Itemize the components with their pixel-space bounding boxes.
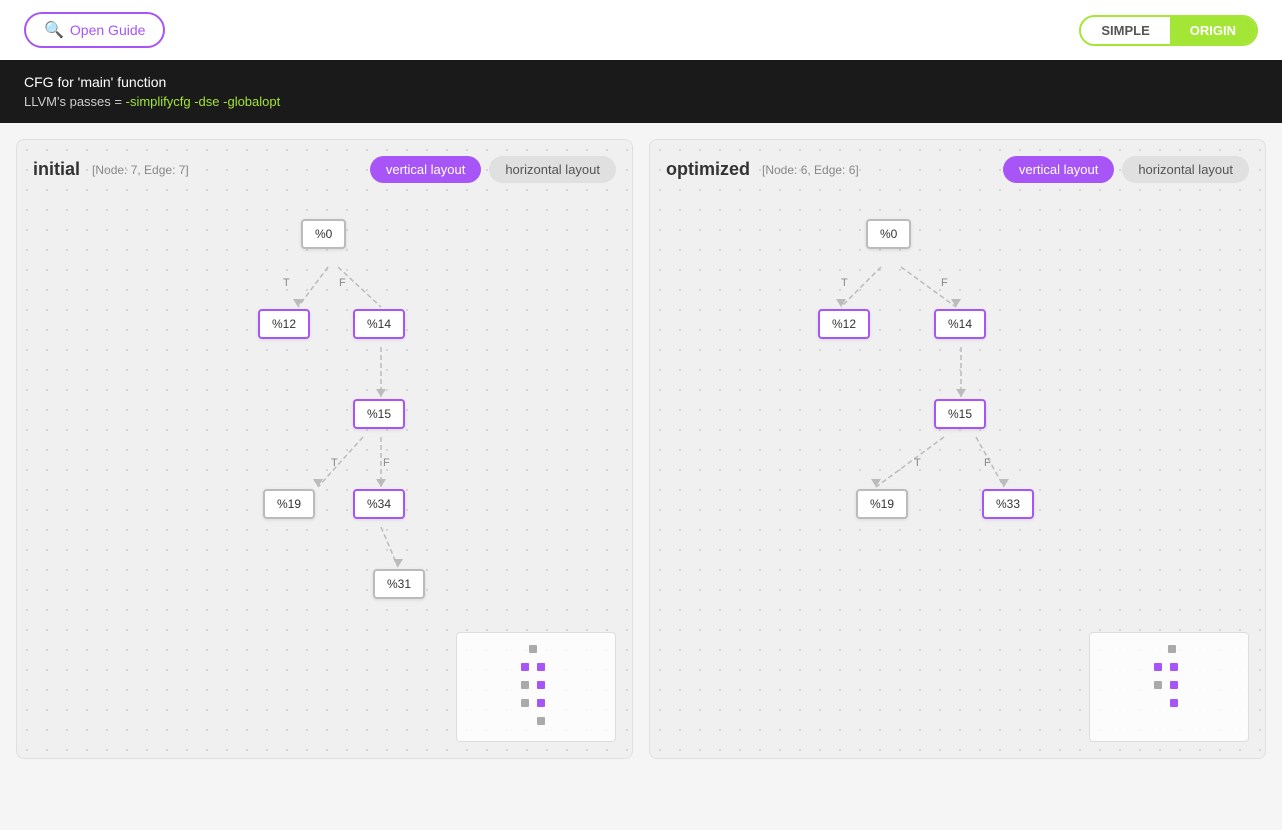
minimap-dot bbox=[537, 681, 545, 689]
origin-mode-button[interactable]: ORIGIN bbox=[1170, 17, 1256, 44]
optimized-edge-label-F2: F bbox=[984, 457, 991, 469]
minimap-dot bbox=[1170, 681, 1178, 689]
initial-edge-label-T2: T bbox=[331, 457, 338, 469]
initial-node-0[interactable]: %0 bbox=[301, 219, 346, 249]
passes-value: -simplifycfg -dse -globalopt bbox=[126, 94, 281, 109]
optimized-layout-toggle: vertical layout horizontal layout bbox=[1003, 156, 1249, 183]
initial-edge-label-F1: F bbox=[339, 277, 346, 289]
initial-panel-header: initial [Node: 7, Edge: 7] vertical layo… bbox=[33, 156, 616, 183]
initial-node-12[interactable]: %12 bbox=[258, 309, 310, 339]
initial-minimap bbox=[456, 632, 616, 742]
optimized-edge-label-T1: T bbox=[841, 277, 848, 289]
optimized-edge-label-T2: T bbox=[914, 457, 921, 469]
open-guide-button[interactable]: 🔍 Open Guide bbox=[24, 12, 165, 48]
optimized-panel-header: optimized [Node: 6, Edge: 6] vertical la… bbox=[666, 156, 1249, 183]
initial-node-14[interactable]: %14 bbox=[353, 309, 405, 339]
mode-toggle: SIMPLE ORIGIN bbox=[1079, 15, 1258, 46]
minimap-dot bbox=[521, 663, 529, 671]
optimized-node-19[interactable]: %19 bbox=[856, 489, 908, 519]
initial-cfg-area: %0 %12 %14 %15 %19 %34 %31 T F T F bbox=[33, 199, 616, 679]
initial-meta: [Node: 7, Edge: 7] bbox=[92, 163, 189, 177]
optimized-node-15[interactable]: %15 bbox=[934, 399, 986, 429]
initial-title: initial bbox=[33, 159, 80, 180]
optimized-cfg-edges bbox=[666, 199, 1249, 679]
minimap-dot bbox=[1154, 681, 1162, 689]
initial-node-31[interactable]: %31 bbox=[373, 569, 425, 599]
search-icon: 🔍 bbox=[44, 20, 64, 40]
initial-node-34[interactable]: %34 bbox=[353, 489, 405, 519]
optimized-cfg-area: %0 %12 %14 %15 %19 %33 T F T F bbox=[666, 199, 1249, 679]
initial-horizontal-layout-button[interactable]: horizontal layout bbox=[489, 156, 616, 183]
minimap-dot bbox=[529, 645, 537, 653]
open-guide-label: Open Guide bbox=[70, 22, 146, 38]
minimap-dot bbox=[521, 699, 529, 707]
initial-edge-label-F2: F bbox=[383, 457, 390, 469]
minimap-dot bbox=[1170, 699, 1178, 707]
main-content: initial [Node: 7, Edge: 7] vertical layo… bbox=[0, 123, 1282, 775]
initial-edge-label-T1: T bbox=[283, 277, 290, 289]
initial-vertical-layout-button[interactable]: vertical layout bbox=[370, 156, 481, 183]
optimized-vertical-layout-button[interactable]: vertical layout bbox=[1003, 156, 1114, 183]
initial-node-15[interactable]: %15 bbox=[353, 399, 405, 429]
optimized-title: optimized bbox=[666, 159, 750, 180]
optimized-horizontal-layout-button[interactable]: horizontal layout bbox=[1122, 156, 1249, 183]
optimized-node-0[interactable]: %0 bbox=[866, 219, 911, 249]
minimap-dot bbox=[537, 717, 545, 725]
minimap-dot bbox=[1168, 645, 1176, 653]
cfg-title: CFG for 'main' function bbox=[24, 74, 1258, 90]
simple-mode-button[interactable]: SIMPLE bbox=[1081, 17, 1169, 44]
optimized-node-14[interactable]: %14 bbox=[934, 309, 986, 339]
optimized-node-33[interactable]: %33 bbox=[982, 489, 1034, 519]
optimized-meta: [Node: 6, Edge: 6] bbox=[762, 163, 859, 177]
initial-node-19[interactable]: %19 bbox=[263, 489, 315, 519]
initial-panel: initial [Node: 7, Edge: 7] vertical layo… bbox=[16, 139, 633, 759]
optimized-panel: optimized [Node: 6, Edge: 6] vertical la… bbox=[649, 139, 1266, 759]
minimap-dot bbox=[537, 663, 545, 671]
info-banner: CFG for 'main' function LLVM's passes = … bbox=[0, 60, 1282, 123]
optimized-node-12[interactable]: %12 bbox=[818, 309, 870, 339]
optimized-minimap bbox=[1089, 632, 1249, 742]
minimap-dot bbox=[1170, 663, 1178, 671]
minimap-dot bbox=[1154, 663, 1162, 671]
initial-cfg-edges bbox=[33, 199, 616, 679]
minimap-dot bbox=[521, 681, 529, 689]
passes-line: LLVM's passes = -simplifycfg -dse -globa… bbox=[24, 94, 1258, 109]
header: 🔍 Open Guide SIMPLE ORIGIN bbox=[0, 0, 1282, 60]
initial-layout-toggle: vertical layout horizontal layout bbox=[370, 156, 616, 183]
optimized-edge-label-F1: F bbox=[941, 277, 948, 289]
minimap-dot bbox=[537, 699, 545, 707]
passes-label: LLVM's passes = bbox=[24, 94, 126, 109]
